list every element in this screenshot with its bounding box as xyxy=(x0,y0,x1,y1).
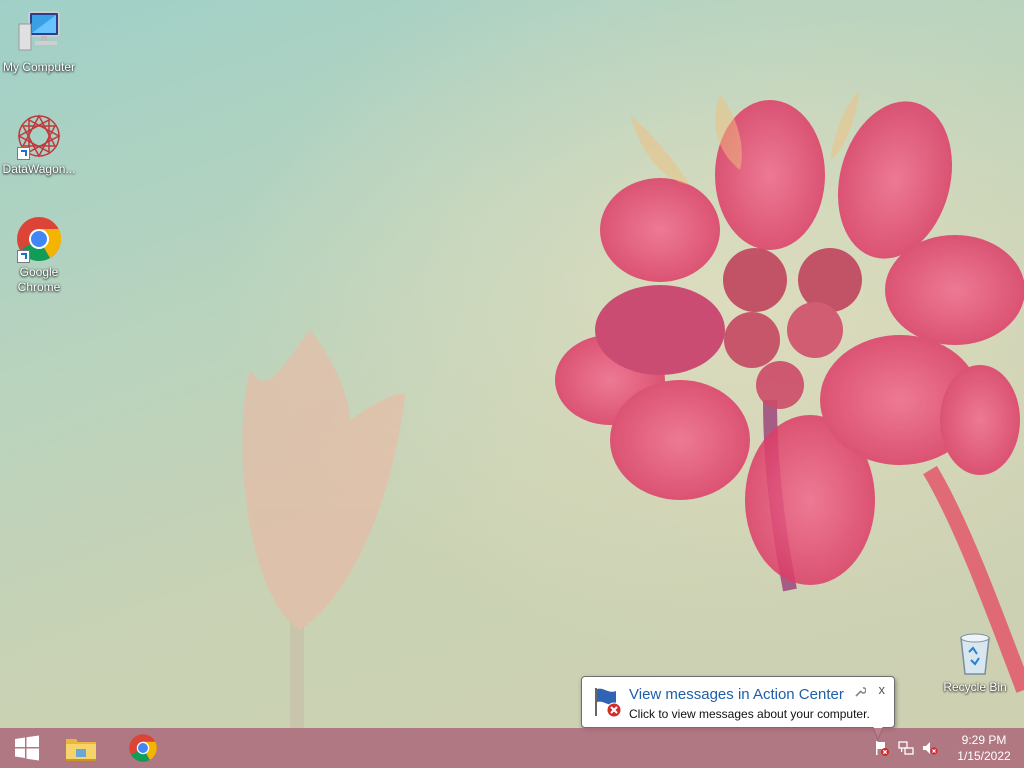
windows-logo-icon xyxy=(15,735,39,761)
shortcut-arrow-icon xyxy=(17,250,30,263)
desktop-icon-label: My Computer xyxy=(2,60,76,74)
desktop-icon-label: DataWagon... xyxy=(2,162,76,176)
desktop-icon-my-computer[interactable]: My Computer xyxy=(0,10,78,75)
taskbar-chrome[interactable] xyxy=(116,728,170,768)
notification-message: Click to view messages about your comput… xyxy=(629,707,870,721)
network-icon xyxy=(898,741,914,755)
taskbar: 9:29 PM 1/15/2022 xyxy=(0,728,1024,768)
file-explorer-icon xyxy=(66,739,96,761)
action-center-icon xyxy=(876,741,889,756)
desktop-icon-recycle-bin[interactable]: Recycle Bin xyxy=(936,630,1014,695)
tray-action-center[interactable] xyxy=(872,728,892,768)
chrome-icon xyxy=(129,734,157,762)
volume-muted-icon xyxy=(923,742,938,755)
clock-date: 1/15/2022 xyxy=(957,749,1011,763)
taskbar-file-explorer[interactable] xyxy=(54,728,108,768)
start-button[interactable] xyxy=(0,728,54,768)
desktop-icon-label: Google Chrome xyxy=(17,265,61,294)
notification-title: View messages in Action Center xyxy=(629,686,844,703)
tray-network[interactable] xyxy=(896,728,916,768)
recycle-bin-icon xyxy=(951,630,999,678)
desktop-icon-google-chrome[interactable]: Google Chrome xyxy=(0,215,78,295)
desktop-icon-datawagon[interactable]: DataWagon... xyxy=(0,112,78,177)
action-center-notification[interactable]: View messages in Action Center Click to … xyxy=(581,676,895,741)
desktop-icon-label: Recycle Bin xyxy=(943,680,1007,694)
settings-wrench-icon[interactable] xyxy=(854,685,867,703)
action-center-flag-icon xyxy=(592,686,624,723)
taskbar-clock[interactable]: 9:29 PM 1/15/2022 xyxy=(952,732,1016,764)
tray-volume[interactable] xyxy=(920,728,940,768)
computer-icon xyxy=(15,10,63,58)
shortcut-arrow-icon xyxy=(17,147,30,160)
clock-time: 9:29 PM xyxy=(961,733,1007,747)
chrome-icon xyxy=(15,215,63,263)
datawagon-icon xyxy=(15,112,63,160)
desktop-wallpaper xyxy=(0,0,1024,728)
notification-close-button[interactable]: x xyxy=(879,682,886,697)
